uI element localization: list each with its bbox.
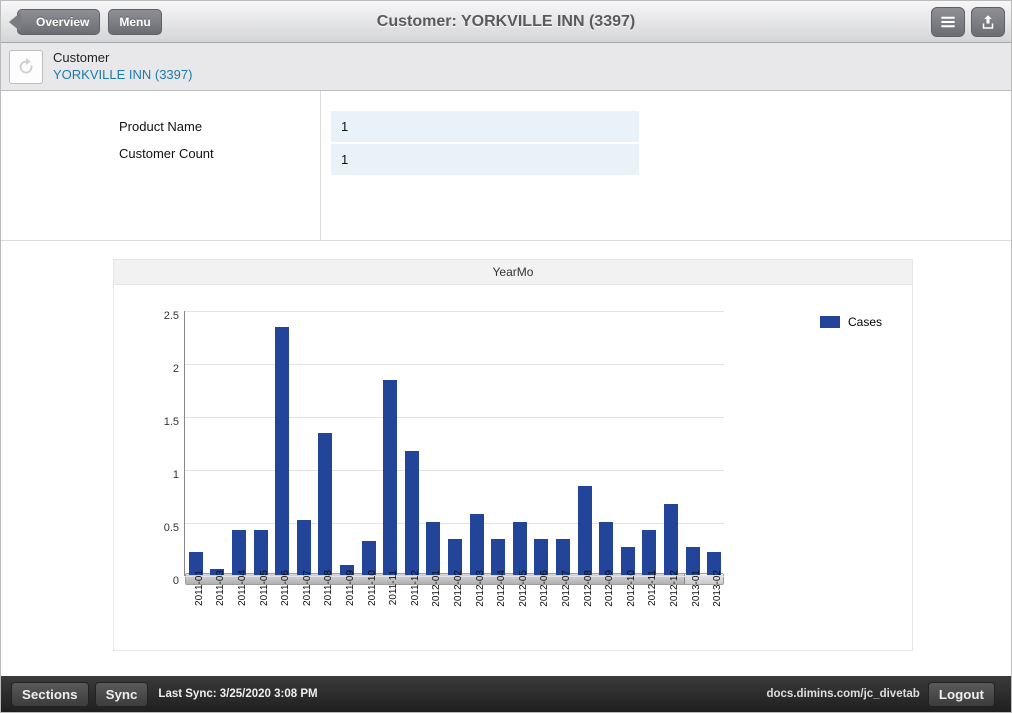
- chart-bar[interactable]: [642, 530, 656, 575]
- chart-ytick: 0.5: [151, 522, 179, 534]
- overview-back-button[interactable]: Overview: [17, 9, 100, 35]
- hamburger-icon[interactable]: [931, 7, 965, 37]
- chart-xtick: 2012-08: [583, 570, 594, 607]
- legend-label: Cases: [848, 315, 882, 329]
- chart-plot: 00.511.522.52011-012011-032011-042011-05…: [184, 311, 724, 576]
- sections-button[interactable]: Sections: [11, 682, 89, 707]
- chart-xtick: 2013-01: [691, 570, 702, 607]
- menu-button[interactable]: Menu: [108, 9, 161, 35]
- server-path: docs.dimins.com/jc_divetab: [766, 688, 919, 700]
- chart-bar[interactable]: [232, 530, 246, 575]
- info-label: Product Name: [119, 119, 300, 134]
- chart-xtick: 2012-11: [647, 570, 658, 606]
- sync-button[interactable]: Sync: [95, 682, 149, 707]
- chart-title: YearMo: [114, 260, 912, 285]
- chart-bar[interactable]: [405, 451, 419, 575]
- chart-xtick: 2011-12: [410, 570, 421, 606]
- info-label: Customer Count: [119, 146, 300, 161]
- chart-gridline: [185, 311, 724, 312]
- chart-xtick: 2012-01: [431, 570, 442, 607]
- chart-card: YearMo 00.511.522.52011-012011-032011-04…: [113, 259, 913, 651]
- customer-header: Customer YORKVILLE INN (3397): [1, 43, 1011, 91]
- page-title: Customer: YORKVILLE INN (3397): [377, 13, 635, 31]
- chart-xtick: 2012-09: [604, 570, 615, 607]
- chart-xtick: 2011-09: [345, 570, 356, 606]
- chart-xtick: 2011-11: [388, 570, 399, 605]
- chart-gridline: [185, 364, 724, 365]
- chart-xtick: 2011-05: [259, 570, 270, 606]
- chart-xtick: 2011-04: [237, 570, 248, 606]
- chart-xtick: 2012-12: [669, 570, 680, 607]
- chart-xtick: 2011-06: [280, 570, 291, 606]
- chart-ytick: 2.5: [151, 310, 179, 322]
- chart-ytick: 1.5: [151, 416, 179, 428]
- chart-gridline: [185, 523, 724, 524]
- chart-xtick: 2011-01: [194, 570, 205, 606]
- chart-gridline: [185, 417, 724, 418]
- bottom-bar: Sections Sync Last Sync: 3/25/2020 3:08 …: [1, 676, 1011, 712]
- top-bar: Overview Menu Customer: YORKVILLE INN (3…: [1, 1, 1011, 43]
- chart-xtick: 2012-02: [453, 570, 464, 607]
- info-panel: Product Name Customer Count 1 1: [1, 91, 1011, 241]
- chart-xtick: 2011-10: [367, 570, 378, 606]
- customer-label: Customer: [53, 50, 192, 66]
- chart-ytick: 2: [151, 363, 179, 375]
- customer-link[interactable]: YORKVILLE INN (3397): [53, 67, 192, 83]
- info-value: 1: [331, 144, 639, 175]
- chart-bar[interactable]: [426, 522, 440, 575]
- chart-xtick: 2012-03: [475, 570, 486, 607]
- chart-bar[interactable]: [599, 522, 613, 575]
- chart-xtick: 2011-03: [215, 570, 226, 606]
- chart-bar[interactable]: [664, 504, 678, 575]
- logout-button[interactable]: Logout: [928, 682, 995, 707]
- chart-gridline: [185, 470, 724, 471]
- chart-bar[interactable]: [254, 530, 268, 575]
- chart-bar[interactable]: [318, 433, 332, 575]
- chart-xtick: 2012-06: [539, 570, 550, 607]
- chart-xtick: 2012-07: [561, 570, 572, 607]
- legend-swatch: [820, 316, 840, 328]
- info-value: 1: [331, 111, 639, 142]
- share-icon[interactable]: [971, 7, 1005, 37]
- chart-bar[interactable]: [383, 380, 397, 575]
- chart-xtick: 2013-02: [712, 570, 723, 607]
- chart-xtick: 2012-05: [518, 570, 529, 607]
- chart-bar[interactable]: [578, 486, 592, 575]
- chart-xtick: 2011-07: [302, 570, 313, 606]
- chart-xtick: 2012-04: [496, 570, 507, 607]
- chart-bar[interactable]: [275, 327, 289, 575]
- chart-bar[interactable]: [513, 522, 527, 575]
- chart-legend: Cases: [820, 315, 882, 329]
- chart-ytick: 0: [151, 575, 179, 587]
- chart-ytick: 1: [151, 469, 179, 481]
- refresh-icon[interactable]: [9, 50, 43, 84]
- chart-xtick: 2011-08: [323, 570, 334, 606]
- sync-status: Last Sync: 3/25/2020 3:08 PM: [158, 688, 317, 700]
- chart-bar[interactable]: [297, 520, 311, 575]
- chart-section: YearMo 00.511.522.52011-012011-032011-04…: [1, 241, 1011, 651]
- chart-bar[interactable]: [470, 514, 484, 575]
- chart-xtick: 2012-10: [626, 570, 637, 607]
